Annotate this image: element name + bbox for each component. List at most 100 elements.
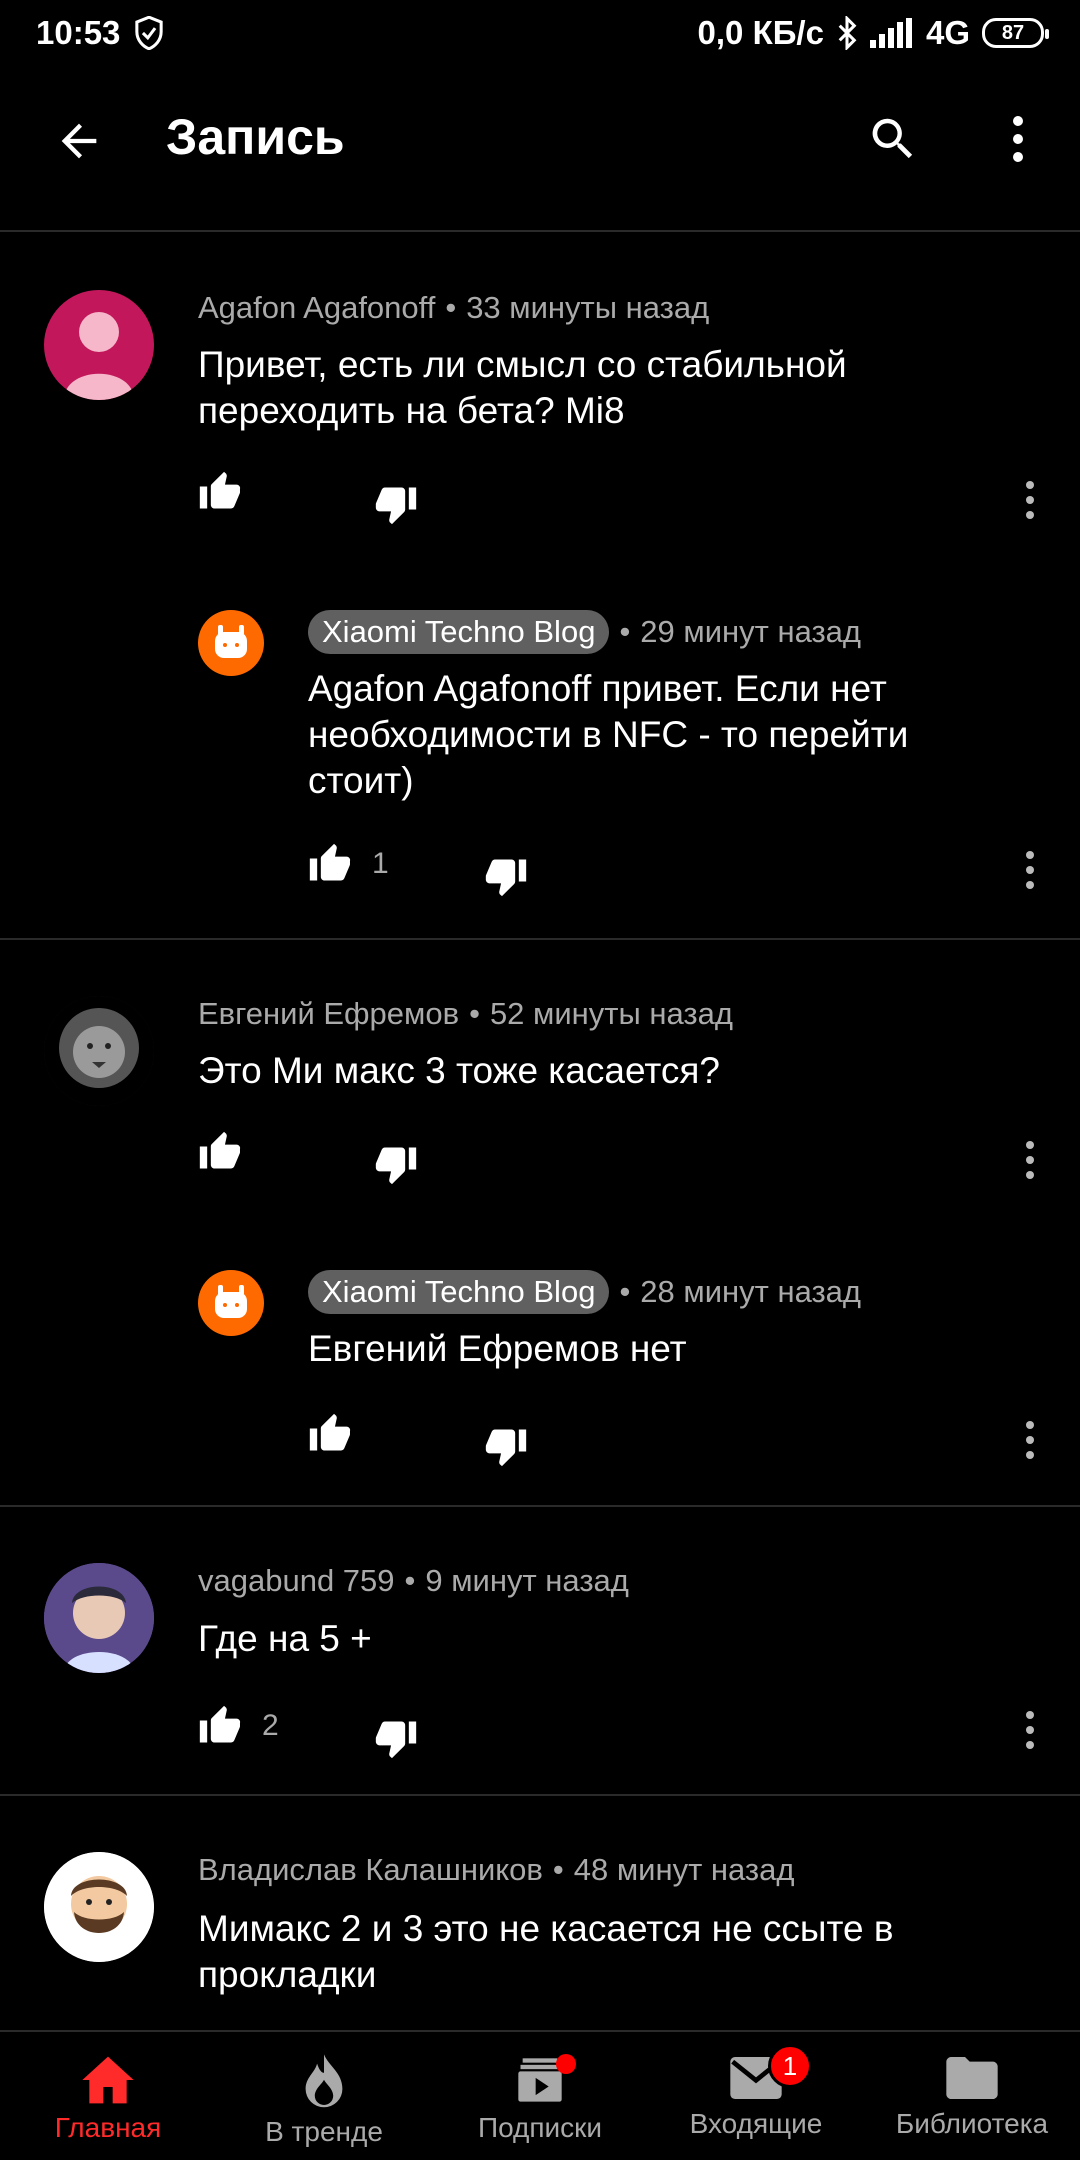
more-vert-icon [1026,851,1034,889]
like-button[interactable]: 1 [308,842,389,886]
dislike-button[interactable] [484,1424,528,1468]
like-button[interactable] [198,1130,242,1174]
page-title: Запись [166,109,345,165]
comment-menu-button[interactable] [1010,840,1050,900]
thumb-up-icon [309,843,351,881]
bottom-navigation: Главная В тренде Подписки 1 Входящие Биб… [0,2030,1080,2160]
more-options-button[interactable] [988,104,1048,174]
comment-menu-button[interactable] [1010,1130,1050,1190]
like-button[interactable] [308,1412,352,1456]
nav-library[interactable]: Библиотека [864,2032,1080,2160]
like-count: 2 [262,1709,279,1742]
comment-time: 48 минут назад [573,1852,795,1887]
inbox-badge: 1 [768,2044,812,2088]
comment-menu-button[interactable] [1010,1700,1050,1760]
arrow-back-icon [61,123,97,159]
thumb-down-icon [485,859,527,897]
channel-author-chip[interactable]: Xiaomi Techno Blog [308,1270,610,1314]
comment-text: Это Ми макс 3 тоже касается? [198,1050,720,1091]
reply-meta: Xiaomi Techno Blog • 29 минут назад [308,610,861,654]
comment-text: Где на 5 + [198,1618,372,1659]
status-time: 10:53 [36,14,121,51]
reply-text: Agafon Agafonoff привет. Если нет необхо… [308,668,909,801]
search-button[interactable] [858,104,928,174]
nav-inbox[interactable]: 1 Входящие [648,2032,864,2160]
avatar[interactable] [44,290,154,400]
comment-author[interactable]: Agafon Agafonoff [198,290,435,326]
comment-menu-button[interactable] [1010,1410,1050,1470]
status-bar: 10:53 0,0 КБ/с 4G 87 [0,0,1080,66]
user-photo-icon [44,1563,154,1673]
comment-text: Привет, есть ли смысл со стабильной пере… [198,344,847,431]
shield-icon [135,16,164,50]
cartoon-beard-avatar-icon [44,1852,154,1962]
thumb-up-icon [309,1413,351,1451]
like-button[interactable]: 2 [198,1704,279,1748]
comment-author[interactable]: Евгений Ефремов [198,996,459,1032]
avatar[interactable] [44,1852,154,1962]
network-type: 4G [925,14,970,51]
network-speed: 0,0 КБ/с [697,14,824,51]
avatar[interactable] [44,996,154,1106]
nav-label: В тренде [265,2116,383,2147]
lion-avatar-icon [44,996,154,1106]
dislike-button[interactable] [374,1142,418,1186]
comment-meta: Agafon Agafonoff • 33 минуты назад [198,290,710,326]
thread-divider [0,938,1080,940]
more-vert-icon [1026,481,1034,519]
comment-author[interactable]: vagabund 759 [198,1563,395,1599]
more-vert-icon [1013,116,1023,162]
comment-meta: Евгений Ефремов • 52 минуты назад [198,996,733,1032]
nav-home[interactable]: Главная [0,2032,216,2160]
thumb-up-icon [199,1131,241,1169]
thumb-down-icon [375,1147,417,1185]
comment-meta: Владислав Калашников • 48 минут назад [198,1852,795,1888]
comment-time: 33 минуты назад [466,290,710,325]
comment-time: 9 минут назад [425,1563,629,1598]
reply-text: Евгений Ефремов нет [308,1328,687,1369]
comment-meta: vagabund 759 • 9 минут назад [198,1563,629,1599]
nav-label: Главная [54,2112,162,2143]
dislike-button[interactable] [374,1716,418,1760]
bluetooth-icon [838,16,857,50]
thumb-down-icon [375,487,417,525]
nav-label: Входящие [689,2108,823,2139]
thumb-up-icon [199,471,241,509]
thumb-down-icon [485,1429,527,1467]
thumb-up-icon [199,1705,241,1743]
nav-label: Библиотека [895,2108,1049,2139]
flame-icon [305,2054,343,2108]
folder-icon [946,2057,998,2099]
battery-level: 87 [1001,21,1025,44]
signal-icon [869,18,912,48]
comment-time: 52 минуты назад [489,996,733,1031]
home-icon [82,2056,134,2104]
reply-time: 28 минут назад [640,1274,862,1309]
search-icon [872,118,913,159]
reply-time: 29 минут назад [640,614,862,649]
battery-icon: 87 [982,18,1049,48]
channel-avatar[interactable] [198,610,264,676]
more-vert-icon [1026,1141,1034,1179]
like-button[interactable] [198,470,242,514]
mi-bunny-logo-icon [215,1285,247,1318]
nav-label: Подписки [477,2112,603,2143]
comment-menu-button[interactable] [1010,470,1050,530]
dislike-button[interactable] [484,854,528,898]
more-vert-icon [1026,1711,1034,1749]
thread-divider [0,1794,1080,1796]
back-button[interactable] [44,106,114,176]
channel-author-chip[interactable]: Xiaomi Techno Blog [308,610,610,654]
comment-author[interactable]: Владислав Калашников [198,1852,543,1888]
nav-subscriptions[interactable]: Подписки [432,2032,648,2160]
more-vert-icon [1026,1421,1034,1459]
dislike-button[interactable] [374,482,418,526]
thumb-down-icon [375,1721,417,1759]
avatar[interactable] [44,1563,154,1673]
mi-bunny-logo-icon [215,625,247,658]
notification-dot [556,2054,576,2074]
nav-trending[interactable]: В тренде [216,2032,432,2160]
comment-text: Мимакс 2 и 3 это не касается не ссыте в … [198,1908,894,1995]
app-bar: Запись [0,66,1080,232]
channel-avatar[interactable] [198,1270,264,1336]
